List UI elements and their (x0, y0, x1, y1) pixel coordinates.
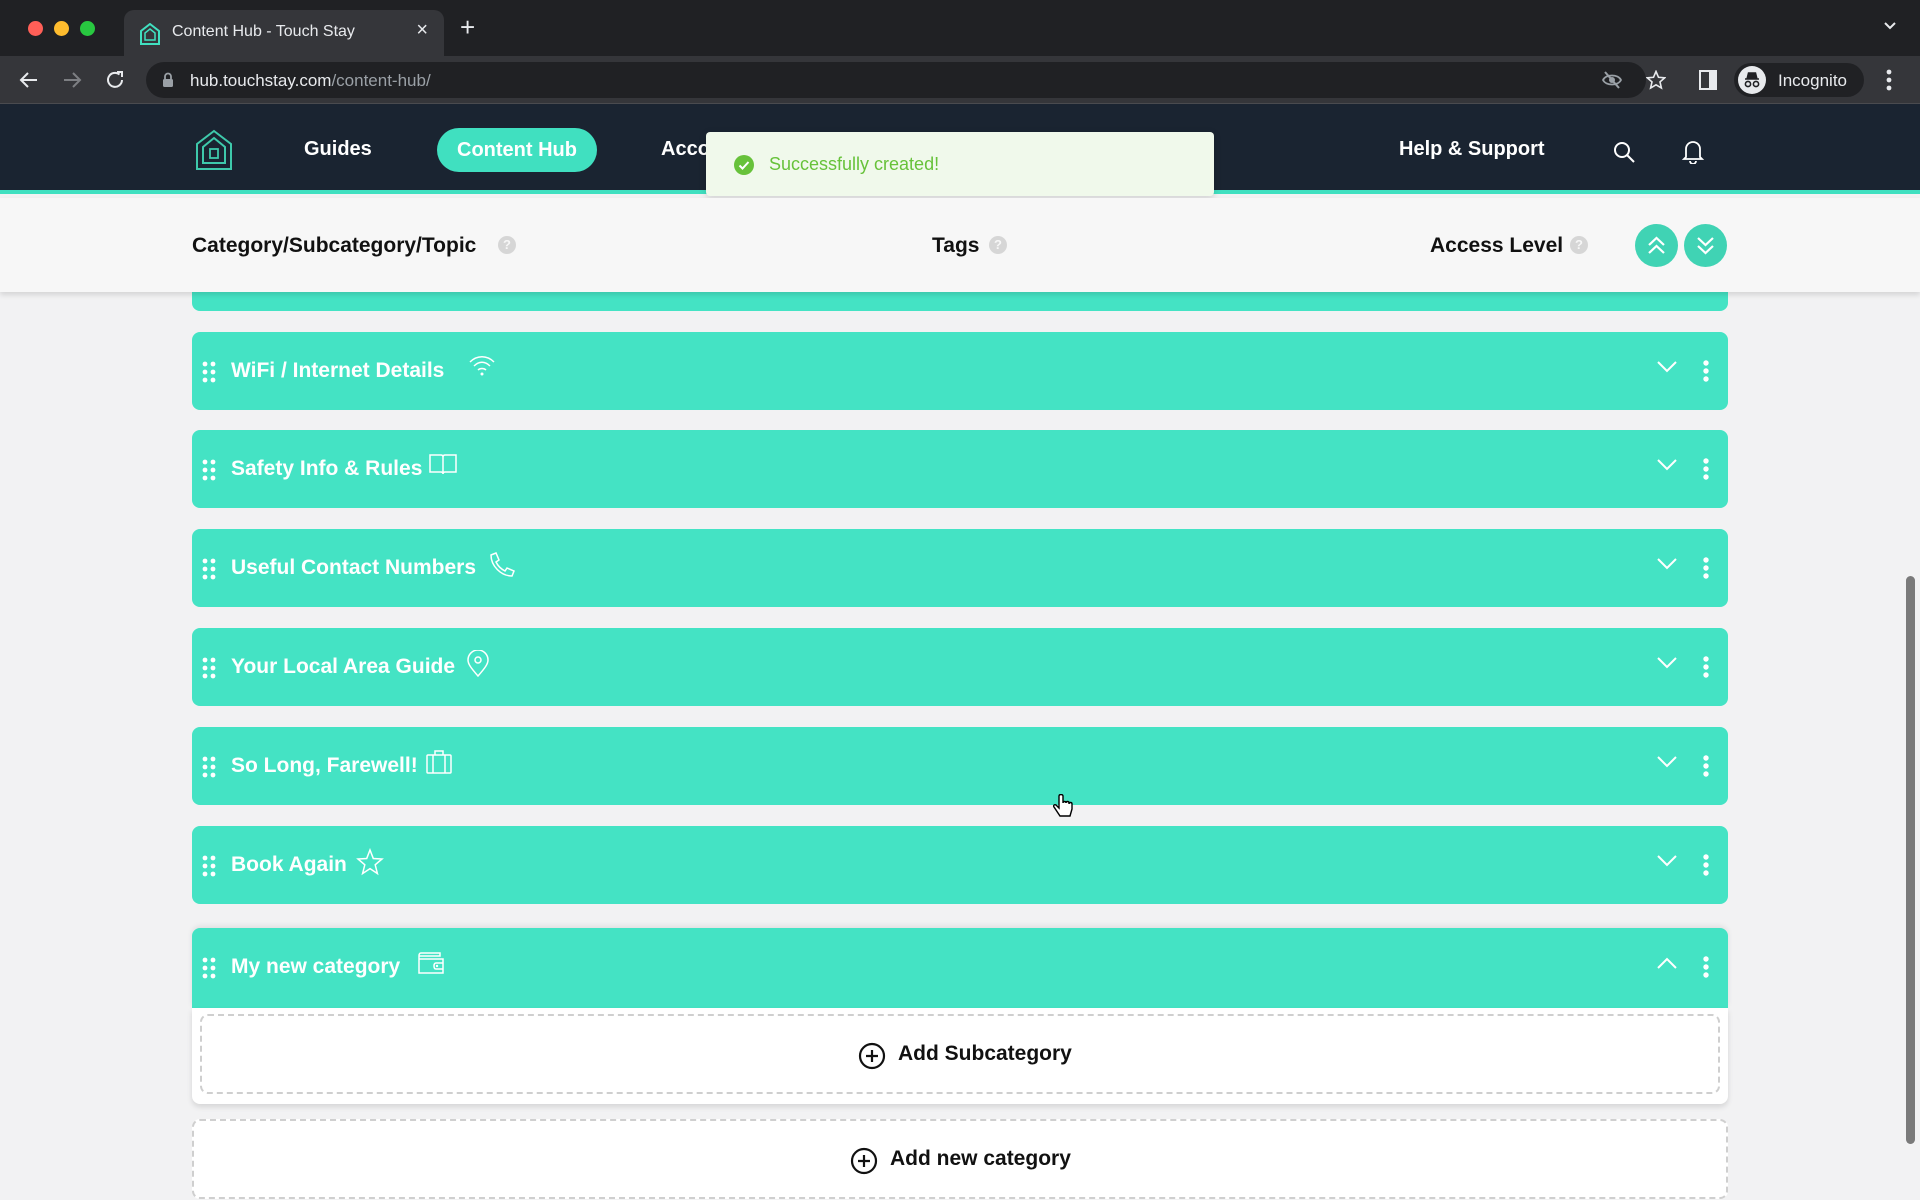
reload-icon[interactable] (103, 68, 127, 92)
category-title: So Long, Farewell! (231, 754, 418, 777)
help-icon[interactable]: ? (989, 236, 1007, 254)
tracking-protection-eye-off-icon[interactable] (1602, 71, 1622, 89)
more-options-icon[interactable] (1702, 556, 1710, 580)
category-title: Your Local Area Guide (231, 655, 456, 678)
incognito-icon (1738, 66, 1766, 94)
more-options-icon[interactable] (1702, 853, 1710, 877)
drag-handle-icon[interactable] (202, 459, 216, 481)
touchstay-favicon-icon (140, 23, 160, 45)
drag-handle-icon[interactable] (202, 855, 216, 877)
chevron-down-icon[interactable] (1656, 755, 1678, 769)
column-label-category: Category/Subcategory/Topic (192, 234, 477, 257)
category-row[interactable]: My new category (192, 928, 1728, 1008)
minimize-window-button[interactable] (54, 21, 69, 36)
more-options-icon[interactable] (1702, 655, 1710, 679)
chevron-down-icon[interactable] (1656, 656, 1678, 670)
category-row[interactable]: So Long, Farewell! (192, 727, 1728, 805)
drag-handle-icon[interactable] (202, 558, 216, 580)
hand-cursor-icon (1053, 794, 1073, 817)
add-circle-icon (850, 1147, 878, 1175)
help-icon[interactable]: ? (1570, 236, 1588, 254)
category-title: Useful Contact Numbers (231, 556, 477, 579)
drag-handle-icon[interactable] (202, 756, 216, 778)
category-row[interactable]: Book Again (192, 826, 1728, 904)
category-title: My new category (231, 955, 401, 978)
category-title: Book Again (231, 853, 347, 876)
book-icon (428, 452, 458, 481)
collapse-all-button[interactable] (1635, 224, 1678, 267)
more-options-icon[interactable] (1702, 359, 1710, 383)
column-label-access-level: Access Level (1430, 234, 1564, 257)
chevron-down-icon[interactable] (1656, 360, 1678, 374)
category-title: WiFi / Internet Details (231, 359, 445, 382)
help-icon[interactable]: ? (498, 236, 516, 254)
wallet-icon (416, 950, 446, 981)
category-title: Safety Info & Rules (231, 457, 423, 480)
drag-handle-icon[interactable] (202, 657, 216, 679)
notifications-bell-icon[interactable] (1681, 138, 1705, 164)
map-pin-icon (466, 649, 490, 683)
expand-all-button[interactable] (1684, 224, 1727, 267)
category-row[interactable]: Your Local Area Guide (192, 628, 1728, 706)
toast-message: Successfully created! (769, 154, 940, 174)
new-tab-button[interactable]: + (460, 14, 475, 40)
nav-link-guides[interactable]: Guides (304, 138, 372, 161)
star-icon (356, 847, 384, 881)
double-chevron-up-icon (1648, 236, 1665, 254)
category-row[interactable]: Useful Contact Numbers (192, 529, 1728, 607)
profile-label: Incognito (1778, 71, 1847, 90)
side-panel-icon[interactable] (1699, 70, 1717, 90)
more-options-icon[interactable] (1702, 457, 1710, 481)
lock-icon (163, 72, 173, 87)
page-scrollbar[interactable] (1906, 576, 1915, 1144)
chevron-down-icon[interactable] (1656, 458, 1678, 472)
close-window-button[interactable] (28, 21, 43, 36)
search-icon[interactable] (1612, 140, 1636, 164)
add-subcategory-button[interactable]: Add Subcategory (200, 1014, 1720, 1094)
add-subcategory-label: Add Subcategory (898, 1042, 1072, 1065)
add-category-button[interactable]: Add new category (192, 1119, 1728, 1199)
browser-tab[interactable]: Content Hub - Touch Stay × (124, 10, 444, 56)
category-row[interactable]: WiFi / Internet Details (192, 332, 1728, 410)
wifi-icon (468, 354, 496, 383)
double-chevron-down-icon (1697, 237, 1714, 255)
more-options-icon[interactable] (1702, 955, 1710, 979)
tab-list-chevron-icon[interactable] (1882, 18, 1898, 34)
column-label-tags: Tags (932, 234, 980, 257)
nav-link-help-support[interactable]: Help & Support (1399, 138, 1545, 161)
chevron-up-icon[interactable] (1656, 956, 1678, 970)
success-check-icon (734, 155, 754, 175)
tab-close-icon[interactable]: × (416, 19, 428, 42)
add-circle-icon (858, 1042, 886, 1070)
drag-handle-icon[interactable] (202, 957, 216, 979)
bookmark-star-icon[interactable] (1646, 70, 1666, 90)
category-row[interactable]: Safety Info & Rules (192, 430, 1728, 508)
chevron-down-icon[interactable] (1656, 854, 1678, 868)
url-text: hub.touchstay.com/content-hub/ (190, 71, 431, 90)
subcategory-panel: Add Subcategory (192, 1008, 1728, 1104)
back-icon[interactable] (17, 68, 41, 92)
incognito-profile-button[interactable]: Incognito (1734, 63, 1864, 97)
forward-icon[interactable] (60, 68, 84, 92)
more-options-icon[interactable] (1702, 754, 1710, 778)
tab-title: Content Hub - Touch Stay (172, 23, 355, 40)
add-category-label: Add new category (890, 1147, 1071, 1170)
browser-toolbar: hub.touchstay.com/content-hub/ Incognito (0, 56, 1920, 104)
chevron-down-icon[interactable] (1656, 557, 1678, 571)
suitcase-icon (425, 749, 453, 780)
address-bar[interactable]: hub.touchstay.com/content-hub/ (146, 62, 1666, 98)
column-header: Category/Subcategory/Topic ? Tags ? Acce… (0, 198, 1920, 292)
nav-link-content-hub[interactable]: Content Hub (437, 128, 597, 172)
browser-menu-icon[interactable] (1886, 69, 1892, 91)
drag-handle-icon[interactable] (202, 361, 216, 383)
touchstay-logo-icon[interactable] (195, 129, 233, 171)
maximize-window-button[interactable] (80, 21, 95, 36)
phone-icon (488, 551, 516, 584)
success-toast: Successfully created! (706, 132, 1214, 196)
browser-tab-bar: Content Hub - Touch Stay × + (0, 0, 1920, 56)
